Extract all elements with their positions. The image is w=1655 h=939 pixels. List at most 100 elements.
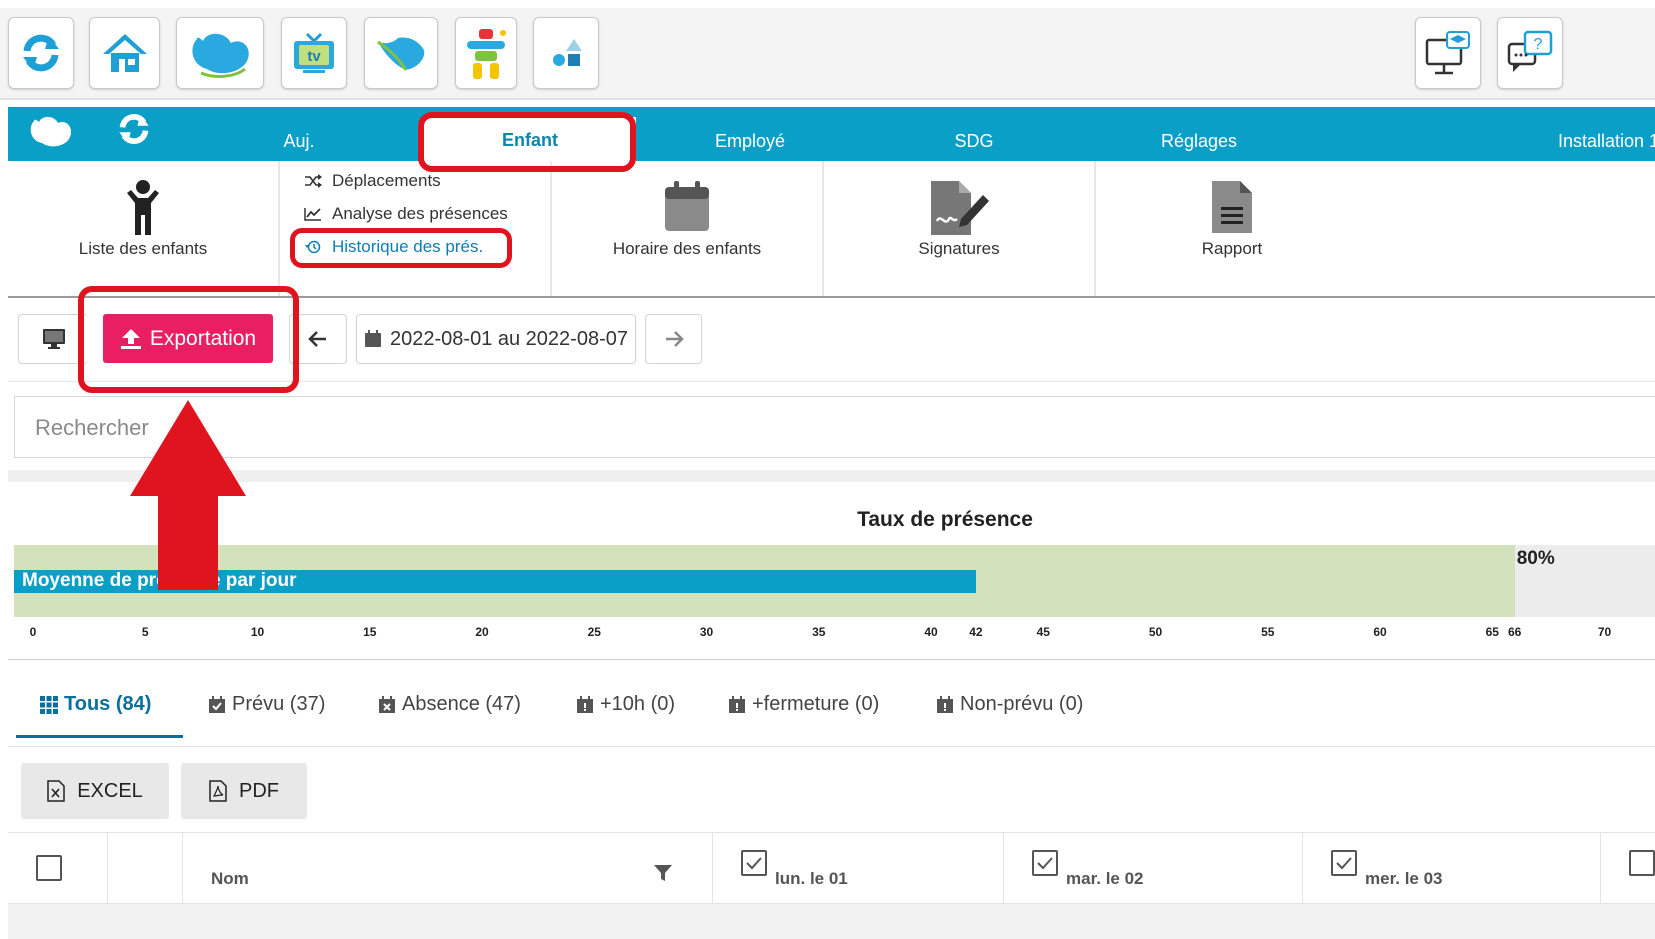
chart-tick-label: 25 (587, 625, 601, 639)
inukshuk-icon (467, 29, 506, 79)
tv-button[interactable]: tv (281, 17, 347, 89)
pdf-export-button[interactable]: PDF (181, 763, 307, 819)
horaire-enfants-item[interactable]: Horaire des enfants (552, 161, 824, 296)
day-column-header-02[interactable]: mar. le 02 (1004, 833, 1303, 905)
filter-tab-prevu-label: Prévu (37) (232, 693, 326, 715)
child-icon (127, 180, 159, 235)
signatures-item[interactable]: Signatures (824, 161, 1096, 296)
select-all-checkbox[interactable] (36, 855, 62, 881)
refresh-button[interactable] (8, 17, 74, 89)
chart-tick-label: 15 (363, 625, 377, 639)
leaf-icon (377, 37, 425, 71)
grid-icon (40, 695, 58, 714)
active-tab-indicator (16, 735, 183, 738)
main-navbar: Auj. Enfant Employé SDG Réglages Install… (8, 107, 1655, 161)
filter-tab-tous-label: Tous (84) (64, 693, 152, 715)
cloud-logo-icon (192, 33, 249, 78)
blank-column (108, 833, 183, 905)
filter-tab-10h-label: +10h (0) (600, 693, 676, 715)
deplacements-link[interactable]: Déplacements (304, 171, 441, 191)
filter-tab-fermeture[interactable]: +fermeture (0) (728, 693, 879, 716)
signature-doc-icon (931, 181, 989, 235)
day-02-label: mar. le 02 (1066, 869, 1144, 888)
chart-tick-label: 0 (29, 625, 37, 639)
svg-text:?: ? (1534, 36, 1543, 53)
day-03-checkbox[interactable] (1331, 850, 1357, 876)
excel-label: EXCEL (77, 779, 143, 802)
page: tv ? Auj. Enfant Employé SDG Réglages In… (0, 0, 1655, 939)
chart-tick-label: 30 (699, 625, 714, 639)
date-range-value: 2022-08-01 au 2022-08-07 (390, 327, 628, 350)
cloud-app-button[interactable] (176, 17, 264, 89)
chart-tick-label: 42 (969, 625, 983, 639)
rapport-label: Rapport (1201, 239, 1263, 258)
filter-tab-tous[interactable]: Tous (84) (40, 693, 151, 716)
chart-line-icon (304, 208, 321, 221)
arrow-left-icon (308, 331, 326, 347)
rapport-item[interactable]: Rapport (1096, 161, 1368, 296)
shapes-app-button[interactable] (533, 17, 599, 89)
filter-tab-non-prevu[interactable]: Non-prévu (0) (936, 693, 1083, 716)
tabs-divider (8, 746, 1655, 747)
nom-column-header[interactable]: Nom (183, 833, 713, 905)
filter-tab-fermeture-label: +fermeture (0) (752, 693, 880, 715)
liste-enfants-label: Liste des enfants (78, 239, 208, 258)
home-icon (102, 34, 147, 72)
section-divider (8, 470, 1655, 482)
tab-employe[interactable]: Employé (715, 131, 785, 152)
liste-enfants-item[interactable]: Liste des enfants (8, 161, 280, 296)
calendar-x-icon (379, 695, 395, 713)
enfant-submenu: Liste des enfants Déplacements Analyse d… (8, 161, 1655, 298)
chart-target-label: 80% (1516, 548, 1555, 569)
table-header: Nom lun. le 01 mar. le 02 mer. le 03 (8, 832, 1655, 905)
training-button[interactable] (1415, 17, 1481, 89)
refresh-icon[interactable] (116, 111, 152, 147)
day-column-header-04[interactable] (1601, 833, 1655, 905)
filter-tab-prevu[interactable]: Prévu (37) (208, 693, 325, 716)
help-button[interactable]: ? (1497, 17, 1563, 89)
calendar-check-icon (209, 695, 225, 713)
day-column-header-01[interactable]: lun. le 01 (713, 833, 1004, 905)
date-range-picker[interactable]: 2022-08-01 au 2022-08-07 (356, 314, 636, 364)
tab-reglages[interactable]: Réglages (1161, 131, 1237, 152)
search-input[interactable]: Rechercher (14, 396, 1655, 458)
analyse-presences-label: Analyse des présences (332, 204, 508, 223)
filter-tab-absence[interactable]: Absence (47) (378, 693, 521, 716)
highlight-enfant-tab (418, 112, 636, 172)
tab-sdg[interactable]: SDG (954, 131, 993, 152)
calendar-alert-icon (729, 695, 745, 713)
tab-installation[interactable]: Installation 1- (1558, 131, 1655, 152)
training-screen-icon (1425, 31, 1470, 75)
chart-tick-label: 55 (1261, 625, 1275, 639)
chart-tick-label: 66 (1508, 625, 1522, 639)
table-body-start (8, 904, 1655, 939)
day-04-checkbox[interactable] (1629, 850, 1655, 876)
chart-tick-label: 45 (1036, 625, 1050, 639)
file-pdf-icon (209, 780, 227, 802)
leaf-app-button[interactable] (364, 17, 438, 89)
help-chat-icon: ? (1507, 30, 1553, 72)
arrow-right-icon (665, 331, 684, 347)
excel-export-button[interactable]: EXCEL (21, 763, 169, 819)
day-01-checkbox[interactable] (741, 850, 767, 876)
chart-tick-label: 35 (812, 625, 826, 639)
tab-auj[interactable]: Auj. (283, 131, 314, 152)
chart-tick-label: 50 (1148, 625, 1163, 639)
next-week-button[interactable] (645, 314, 702, 364)
filter-tab-non-prevu-label: Non-prévu (0) (960, 693, 1084, 715)
filter-icon[interactable] (653, 863, 673, 883)
chart-tick-label: 20 (475, 625, 489, 639)
day-01-label: lun. le 01 (775, 869, 848, 888)
inukshuk-app-button[interactable] (455, 17, 517, 89)
day-column-header-03[interactable]: mer. le 03 (1303, 833, 1601, 905)
filter-tab-10h[interactable]: +10h (0) (576, 693, 675, 716)
app-toolbar: tv ? (0, 8, 1655, 100)
horaire-enfants-label: Horaire des enfants (612, 239, 762, 258)
home-button[interactable] (89, 17, 160, 89)
chart-tick-label: 60 (1373, 625, 1387, 639)
analyse-presences-link[interactable]: Analyse des présences (304, 204, 508, 224)
tv-icon: tv (294, 32, 334, 73)
day-02-checkbox[interactable] (1032, 850, 1058, 876)
nom-column-label: Nom (211, 869, 249, 888)
file-excel-icon (47, 780, 65, 802)
